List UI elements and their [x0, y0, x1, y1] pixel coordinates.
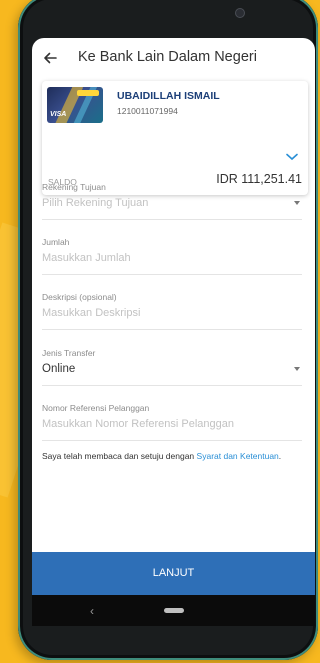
destination-placeholder: Pilih Rekening Tujuan — [42, 197, 149, 209]
nav-home-icon[interactable] — [164, 608, 184, 613]
source-account-card[interactable]: VISA UBAIDILLAH ISMAIL 1210011071994 SAL… — [42, 81, 308, 195]
amount-label: Jumlah — [42, 237, 70, 247]
top-bar: Ke Bank Lain Dalam Negeri — [32, 38, 315, 80]
transfer-type-value: Online — [42, 363, 76, 375]
field-underline — [42, 440, 302, 441]
debit-card-image: VISA — [47, 87, 103, 123]
chevron-down-icon[interactable] — [286, 153, 298, 161]
destination-label: Rekening Tujuan — [42, 182, 106, 192]
system-nav-bar: ‹ — [32, 595, 315, 626]
description-placeholder: Masukkan Deskripsi — [42, 307, 141, 319]
nav-back-icon[interactable]: ‹ — [90, 604, 94, 618]
transfer-type-label: Jenis Transfer — [42, 348, 96, 358]
camera-icon — [235, 8, 245, 18]
terms-agreement: Saya telah membaca dan setuju dengan Sya… — [42, 451, 281, 461]
back-arrow-icon[interactable] — [42, 50, 58, 66]
amount-placeholder: Masukkan Jumlah — [42, 252, 131, 264]
balance-value: IDR 111,251.41 — [216, 172, 302, 186]
account-holder-name: UBAIDILLAH ISMAIL — [117, 90, 220, 102]
dropdown-caret-icon — [294, 201, 300, 205]
terms-link[interactable]: Syarat dan Ketentuan — [197, 451, 279, 461]
field-underline — [42, 385, 302, 386]
account-number: 1210011071994 — [117, 106, 178, 116]
app-screen: Ke Bank Lain Dalam Negeri VISA UBAIDILLA… — [32, 38, 315, 626]
field-underline — [42, 219, 302, 220]
continue-button[interactable]: LANJUT — [32, 552, 315, 595]
agreement-text: Saya telah membaca dan setuju dengan — [42, 451, 195, 461]
reference-label: Nomor Referensi Pelanggan — [42, 403, 150, 413]
agreement-end: . — [278, 451, 282, 461]
reference-placeholder: Masukkan Nomor Referensi Pelanggan — [42, 418, 234, 430]
visa-logo: VISA — [50, 111, 67, 118]
field-underline — [42, 274, 302, 275]
field-underline — [42, 329, 302, 330]
description-label: Deskripsi (opsional) — [42, 292, 117, 302]
page-title: Ke Bank Lain Dalam Negeri — [78, 49, 257, 65]
dropdown-caret-icon — [294, 367, 300, 371]
